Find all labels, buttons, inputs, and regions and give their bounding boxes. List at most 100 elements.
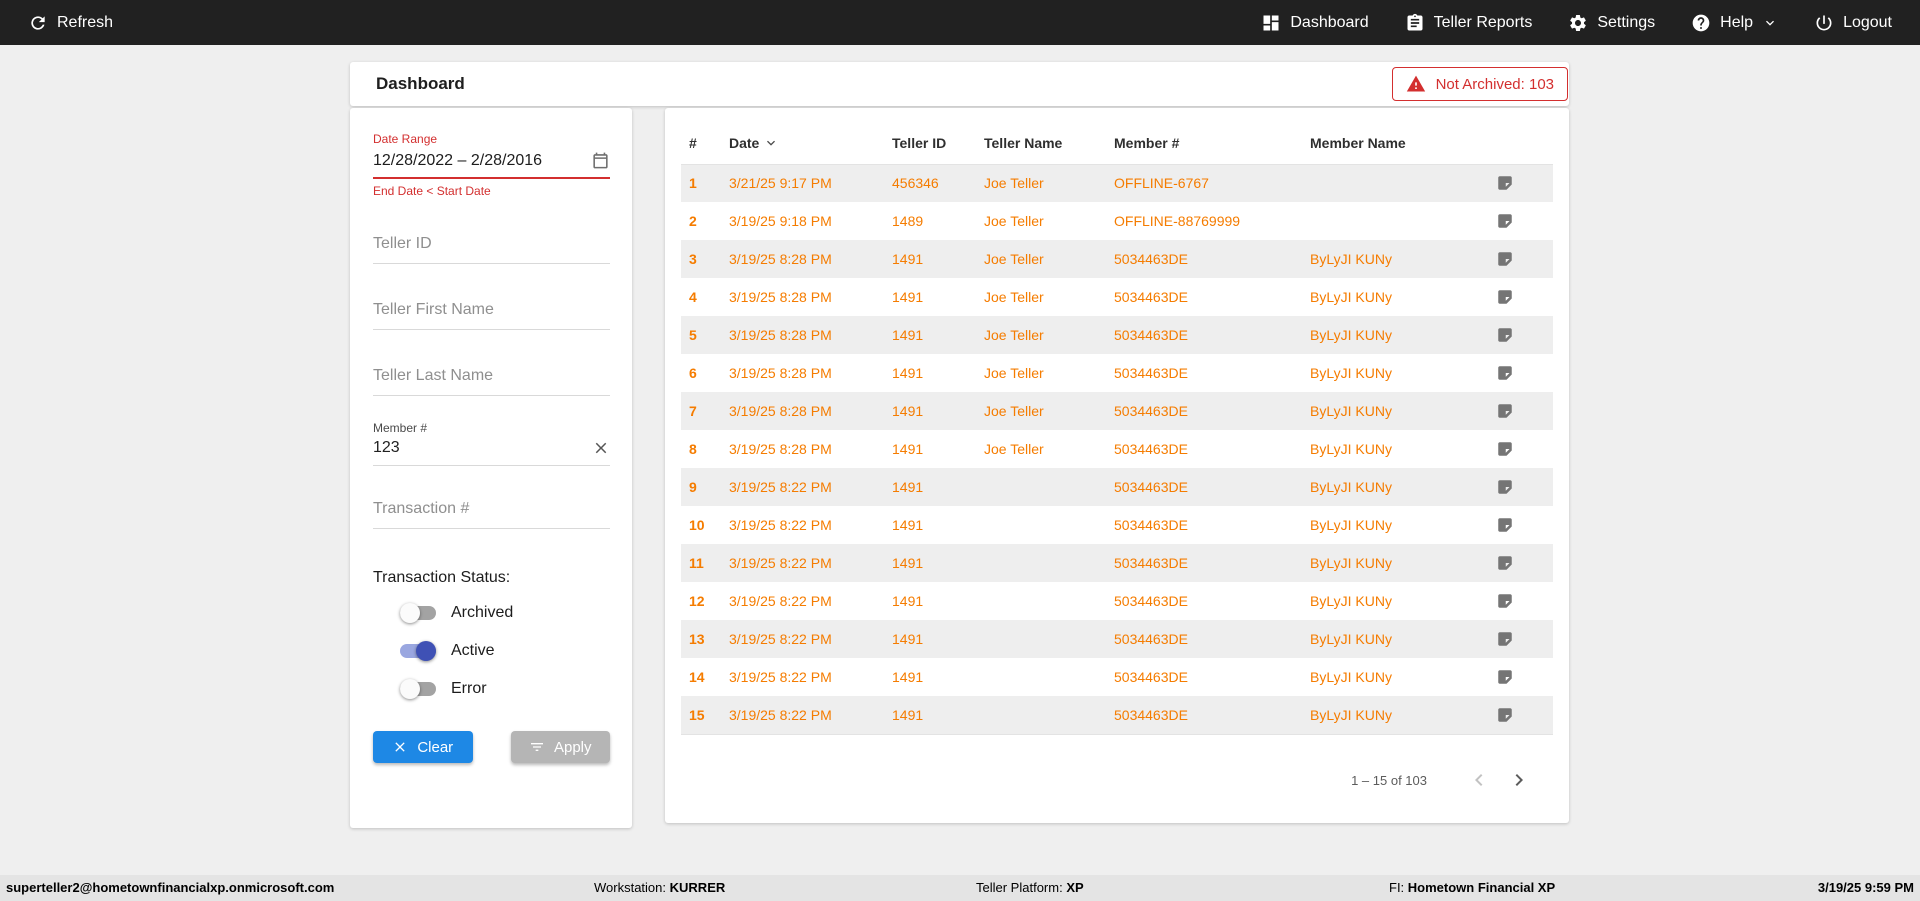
nav-help[interactable]: Help [1691, 13, 1778, 33]
table-row[interactable]: 83/19/25 8:28 PM1491Joe Teller5034463DEB… [681, 430, 1553, 468]
cell-num: 3 [681, 240, 721, 278]
table-body: 13/21/25 9:17 PM456346Joe TellerOFFLINE-… [681, 164, 1553, 734]
table-row[interactable]: 103/19/25 8:22 PM14915034463DEByLyJI KUN… [681, 506, 1553, 544]
cell-tname [976, 468, 1106, 506]
cell-tid: 1491 [884, 316, 976, 354]
date-range-field[interactable]: Date Range 12/28/2022 – 2/28/2016 End Da… [373, 132, 610, 198]
nav-logout[interactable]: Logout [1814, 13, 1892, 33]
date-range-error: End Date < Start Date [373, 184, 610, 198]
teller-id-input[interactable] [373, 229, 610, 264]
table-row[interactable]: 113/19/25 8:22 PM14915034463DEByLyJI KUN… [681, 544, 1553, 582]
table-row[interactable]: 123/19/25 8:22 PM14915034463DEByLyJI KUN… [681, 582, 1553, 620]
results-table-card: # Date Teller ID Teller Name Member # Me… [665, 108, 1569, 823]
apply-button[interactable]: Apply [511, 731, 611, 763]
note-icon[interactable] [1496, 630, 1545, 648]
toggle-error[interactable]: Error [400, 677, 610, 701]
cell-tname: Joe Teller [976, 202, 1106, 240]
cell-mname: ByLyJI KUNy [1302, 278, 1488, 316]
table-row[interactable]: 63/19/25 8:28 PM1491Joe Teller5034463DEB… [681, 354, 1553, 392]
table-row[interactable]: 133/19/25 8:22 PM14915034463DEByLyJI KUN… [681, 620, 1553, 658]
col-header-teller-id: Teller ID [884, 122, 976, 164]
table-row[interactable]: 143/19/25 8:22 PM14915034463DEByLyJI KUN… [681, 658, 1553, 696]
table-header-row: # Date Teller ID Teller Name Member # Me… [681, 122, 1553, 164]
nav-teller-reports[interactable]: Teller Reports [1405, 13, 1533, 33]
note-icon[interactable] [1496, 554, 1545, 572]
calendar-icon[interactable] [591, 151, 610, 170]
cell-date: 3/19/25 8:28 PM [721, 240, 884, 278]
refresh-label: Refresh [57, 14, 113, 32]
note-icon[interactable] [1496, 516, 1545, 534]
sort-desc-icon [763, 135, 779, 151]
teller-last-name-input[interactable] [373, 361, 610, 396]
clear-x-icon [392, 739, 408, 755]
note-icon[interactable] [1496, 668, 1545, 686]
teller-first-name-field [373, 295, 610, 330]
cell-tname: Joe Teller [976, 278, 1106, 316]
col-header-date[interactable]: Date [721, 122, 884, 164]
toggle-active[interactable]: Active [400, 639, 610, 663]
refresh-button[interactable]: Refresh [28, 13, 113, 33]
cell-mno: 5034463DE [1106, 354, 1302, 392]
cell-tname [976, 696, 1106, 734]
cell-tname [976, 544, 1106, 582]
note-icon[interactable] [1496, 478, 1545, 496]
chevron-right-icon [1507, 768, 1531, 792]
transaction-number-field [373, 494, 610, 529]
cell-mname: ByLyJI KUNy [1302, 544, 1488, 582]
close-icon [592, 439, 610, 457]
cell-tid: 1491 [884, 354, 976, 392]
date-range-value: 12/28/2022 – 2/28/2016 [373, 152, 542, 170]
cell-tname [976, 506, 1106, 544]
note-icon[interactable] [1496, 250, 1545, 268]
note-icon[interactable] [1496, 706, 1545, 724]
note-icon[interactable] [1496, 288, 1545, 306]
table-row[interactable]: 43/19/25 8:28 PM1491Joe Teller5034463DEB… [681, 278, 1553, 316]
cell-note [1488, 658, 1553, 696]
cell-date: 3/19/25 8:22 PM [721, 582, 884, 620]
nav-settings[interactable]: Settings [1568, 13, 1655, 33]
table-row[interactable]: 33/19/25 8:28 PM1491Joe Teller5034463DEB… [681, 240, 1553, 278]
cell-mno: OFFLINE-6767 [1106, 164, 1302, 202]
table-row[interactable]: 13/21/25 9:17 PM456346Joe TellerOFFLINE-… [681, 164, 1553, 202]
cell-tname: Joe Teller [976, 354, 1106, 392]
not-archived-badge[interactable]: Not Archived: 103 [1392, 67, 1568, 101]
pagination: 1 – 15 of 103 [681, 737, 1553, 823]
clear-member-button[interactable] [592, 439, 610, 457]
cell-mno: 5034463DE [1106, 620, 1302, 658]
note-icon[interactable] [1496, 592, 1545, 610]
cell-note [1488, 354, 1553, 392]
clear-button[interactable]: Clear [373, 731, 473, 763]
cell-num: 7 [681, 392, 721, 430]
note-icon[interactable] [1496, 174, 1545, 192]
col-header-actions [1488, 122, 1553, 164]
member-number-input[interactable] [373, 439, 592, 457]
transaction-number-input[interactable] [373, 494, 610, 529]
note-icon[interactable] [1496, 402, 1545, 420]
toggle-archived[interactable]: Archived [400, 601, 610, 625]
cell-date: 3/19/25 8:28 PM [721, 278, 884, 316]
cell-tname: Joe Teller [976, 392, 1106, 430]
cell-tname [976, 582, 1106, 620]
cell-tname [976, 658, 1106, 696]
cell-num: 2 [681, 202, 721, 240]
col-header-number: # [681, 122, 721, 164]
prev-page-button[interactable] [1459, 760, 1499, 800]
cell-num: 8 [681, 430, 721, 468]
table-row[interactable]: 53/19/25 8:28 PM1491Joe Teller5034463DEB… [681, 316, 1553, 354]
gear-icon [1568, 13, 1588, 33]
note-icon[interactable] [1496, 440, 1545, 458]
table-row[interactable]: 93/19/25 8:22 PM14915034463DEByLyJI KUNy [681, 468, 1553, 506]
note-icon[interactable] [1496, 326, 1545, 344]
table-row[interactable]: 153/19/25 8:22 PM14915034463DEByLyJI KUN… [681, 696, 1553, 734]
cell-note [1488, 696, 1553, 734]
table-row[interactable]: 73/19/25 8:28 PM1491Joe Teller5034463DEB… [681, 392, 1553, 430]
nav-dashboard[interactable]: Dashboard [1261, 13, 1368, 33]
note-icon[interactable] [1496, 212, 1545, 230]
cell-num: 15 [681, 696, 721, 734]
teller-first-name-input[interactable] [373, 295, 610, 330]
table-row[interactable]: 23/19/25 9:18 PM1489Joe TellerOFFLINE-88… [681, 202, 1553, 240]
note-icon[interactable] [1496, 364, 1545, 382]
dashboard-header-bar: Dashboard Not Archived: 103 [350, 62, 1569, 106]
next-page-button[interactable] [1499, 760, 1539, 800]
cell-num: 12 [681, 582, 721, 620]
